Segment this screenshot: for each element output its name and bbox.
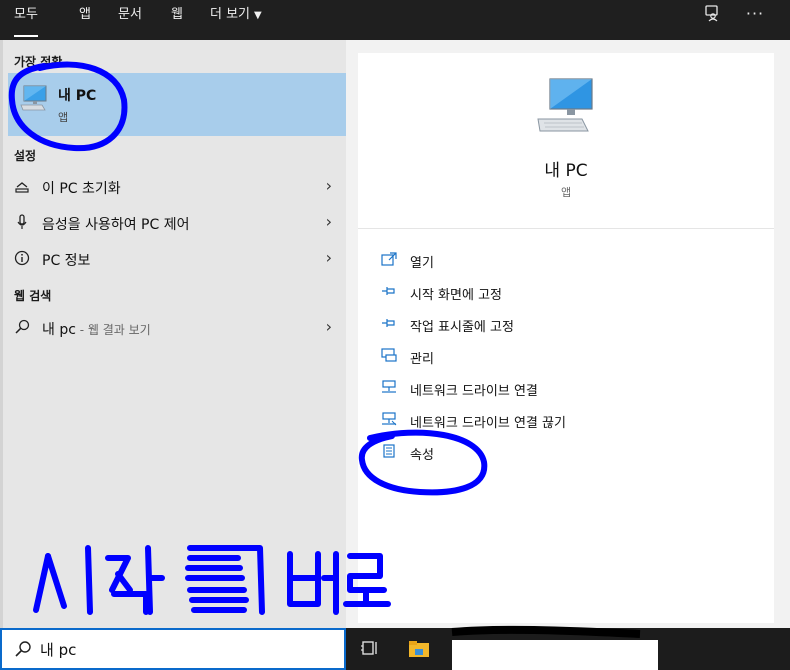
search-box — [0, 628, 346, 670]
action-disconnect-network-drive[interactable]: 네트워크 드라이브 연결 끊기 — [380, 409, 750, 435]
settings-item-label: 음성을 사용하여 PC 제어 — [42, 217, 190, 233]
tab-web[interactable]: 웹 — [171, 0, 183, 40]
chevron-right-icon[interactable]: › — [326, 212, 332, 231]
action-label: 네트워크 드라이브 연결 끊기 — [410, 416, 566, 431]
chevron-down-icon: ▼ — [254, 10, 262, 21]
web-search-item[interactable]: 내 pc - 웹 결과 보기 › — [8, 311, 338, 345]
chevron-right-icon[interactable]: › — [326, 176, 332, 195]
panel-edge — [0, 40, 3, 630]
open-icon — [380, 252, 398, 268]
map-drive-icon — [380, 380, 398, 396]
computer-icon — [20, 85, 48, 115]
task-view-icon[interactable] — [360, 638, 382, 660]
best-match-header: 가장 정확 — [14, 55, 63, 69]
tab-more-label: 더 보기 — [210, 7, 251, 22]
settings-item-label: 이 PC 초기화 — [42, 181, 121, 197]
search-filter-bar: 모두 앱 문서 웹 더 보기 ▼ ··· — [0, 0, 790, 40]
settings-item-label: PC 정보 — [42, 253, 91, 269]
properties-icon — [380, 444, 398, 460]
action-label: 열기 — [410, 256, 434, 271]
action-label: 작업 표시줄에 고정 — [410, 320, 514, 335]
action-label: 관리 — [410, 352, 434, 367]
search-input[interactable] — [40, 638, 330, 660]
settings-item-voice-control[interactable]: 음성을 사용하여 PC 제어 › — [8, 206, 338, 240]
web-search-query: 내 pc — [42, 322, 76, 338]
best-match-subtitle: 앱 — [58, 111, 69, 124]
web-search-header: 웹 검색 — [14, 289, 52, 303]
reset-icon — [14, 178, 30, 194]
web-search-suffix: - 웹 결과 보기 — [75, 323, 151, 337]
action-manage[interactable]: 관리 — [380, 345, 750, 371]
pin-taskbar-icon — [380, 316, 398, 332]
file-explorer-icon[interactable] — [408, 638, 430, 660]
info-icon — [14, 250, 30, 266]
more-options-icon[interactable]: ··· — [744, 4, 766, 26]
tab-more[interactable]: 더 보기 ▼ — [210, 0, 262, 40]
app-name: 내 PC — [544, 161, 588, 181]
best-match-title: 내 PC — [58, 88, 97, 104]
app-details-card: 내 PC 앱 열기 시작 화면에 고정 작업 표시줄에 고정 관리 네트워크 드… — [358, 53, 774, 623]
action-open[interactable]: 열기 — [380, 249, 750, 275]
action-label: 네트워크 드라이브 연결 — [410, 384, 538, 399]
best-match-item[interactable]: 내 PC 앱 — [8, 73, 346, 136]
chevron-right-icon[interactable]: › — [326, 317, 332, 336]
search-icon — [14, 640, 32, 658]
feedback-icon[interactable] — [702, 4, 724, 26]
web-search-label: 내 pc - 웹 결과 보기 — [42, 319, 151, 339]
action-label: 시작 화면에 고정 — [410, 288, 502, 303]
app-type: 앱 — [560, 186, 572, 199]
action-pin-to-start[interactable]: 시작 화면에 고정 — [380, 281, 750, 307]
tab-apps[interactable]: 앱 — [79, 0, 91, 40]
pin-start-icon — [380, 284, 398, 300]
tab-documents[interactable]: 문서 — [118, 0, 142, 40]
chevron-right-icon[interactable]: › — [326, 248, 332, 267]
microphone-icon — [14, 214, 30, 230]
action-map-network-drive[interactable]: 네트워크 드라이브 연결 — [380, 377, 750, 403]
settings-item-pc-info[interactable]: PC 정보 › — [8, 242, 338, 276]
computer-icon — [536, 77, 596, 139]
settings-header: 설정 — [14, 149, 37, 163]
action-properties[interactable]: 속성 — [380, 441, 750, 467]
taskbar-app-window[interactable] — [452, 640, 658, 670]
settings-item-reset-pc[interactable]: 이 PC 초기화 › — [8, 170, 338, 204]
disconnect-drive-icon — [380, 412, 398, 428]
manage-icon — [380, 348, 398, 364]
action-pin-to-taskbar[interactable]: 작업 표시줄에 고정 — [380, 313, 750, 339]
tab-all[interactable]: 모두 — [14, 0, 38, 40]
action-label: 속성 — [410, 448, 434, 463]
divider — [358, 228, 774, 229]
search-icon — [14, 319, 30, 335]
